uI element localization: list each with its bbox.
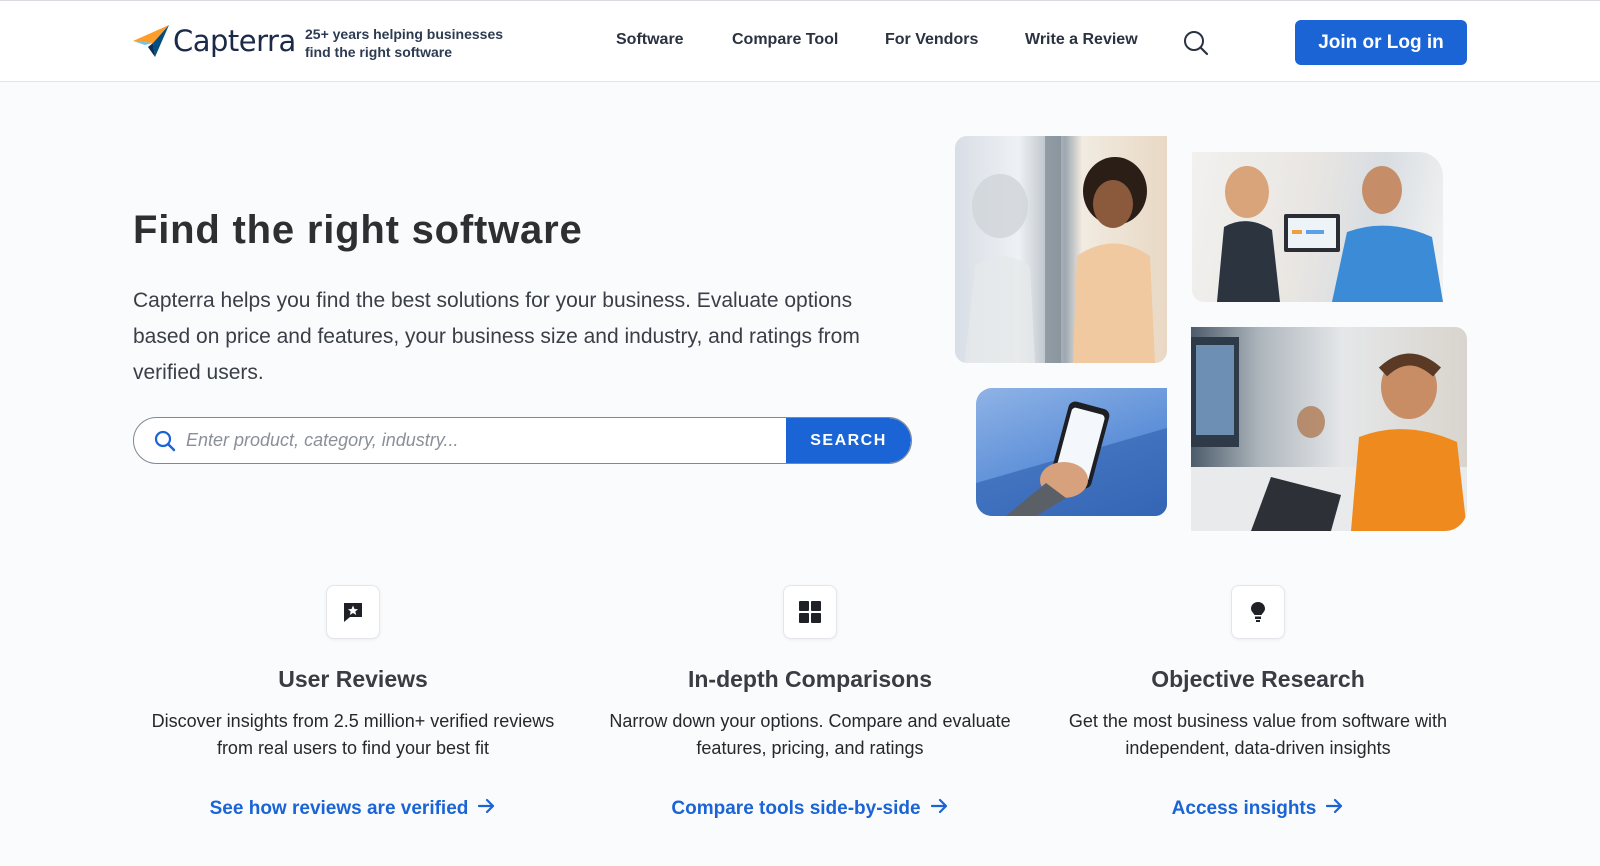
feature-link-label: Compare tools side-by-side	[671, 798, 921, 819]
compare-tools-link[interactable]: Compare tools side-by-side	[590, 798, 1030, 820]
photo-colleagues-laptop	[1192, 152, 1443, 302]
page-title: Find the right software	[133, 208, 583, 252]
site-header: Capterra 25+ years helping businesses fi…	[0, 0, 1600, 82]
feature-comparisons: In-depth Comparisons Narrow down your op…	[590, 585, 1030, 819]
nav-for-vendors[interactable]: For Vendors	[885, 31, 978, 49]
feature-user-reviews: User Reviews Discover insights from 2.5 …	[133, 585, 573, 819]
header-tagline: 25+ years helping businesses find the ri…	[305, 25, 535, 61]
nav-software[interactable]: Software	[616, 31, 684, 49]
feature-description: Narrow down your options. Compare and ev…	[609, 711, 1011, 758]
feature-title: In-depth Comparisons	[687, 666, 933, 692]
feature-title: User Reviews	[278, 666, 428, 692]
grid-icon	[783, 585, 837, 639]
feature-description: Discover insights from 2.5 million+ veri…	[151, 711, 555, 758]
nav-compare-tool[interactable]: Compare Tool	[732, 31, 838, 49]
photo-woman-with-phone	[955, 136, 1167, 363]
arrow-right-icon	[930, 798, 949, 820]
capterra-logo[interactable]: Capterra	[133, 23, 296, 59]
arrow-right-icon	[478, 798, 496, 820]
feature-description: Get the most business value from softwar…	[1068, 711, 1448, 758]
hero-search-bar: SEARCH	[133, 417, 912, 464]
tagline-line-1: 25+ years helping businesses	[305, 26, 504, 42]
photo-phone-in-hand	[976, 388, 1167, 516]
lightbulb-icon	[1231, 585, 1285, 639]
header-search-icon[interactable]	[1182, 29, 1210, 57]
feature-objective-research: Objective Research Get the most business…	[1038, 585, 1478, 819]
access-insights-link[interactable]: Access insights	[1038, 798, 1478, 820]
photo-support-agent-headset	[1191, 327, 1467, 531]
hero-description: Capterra helps you find the best solutio…	[133, 289, 860, 384]
arrow-right-icon	[1326, 798, 1344, 820]
tagline-line-2: find the right software	[305, 44, 452, 60]
search-button[interactable]: SEARCH	[786, 418, 911, 463]
feature-link-label: See how reviews are verified	[209, 798, 469, 819]
feature-title: Objective Research	[1151, 666, 1365, 692]
star-review-icon	[326, 585, 380, 639]
nav-write-review[interactable]: Write a Review	[1025, 31, 1138, 49]
search-input[interactable]	[186, 418, 766, 462]
join-login-button[interactable]: Join or Log in	[1295, 20, 1467, 65]
logo-wordmark: Capterra	[173, 24, 296, 58]
see-reviews-verified-link[interactable]: See how reviews are verified	[133, 798, 573, 820]
feature-link-label: Access insights	[1171, 798, 1317, 819]
capterra-logo-icon	[133, 23, 171, 59]
search-icon	[154, 430, 176, 452]
